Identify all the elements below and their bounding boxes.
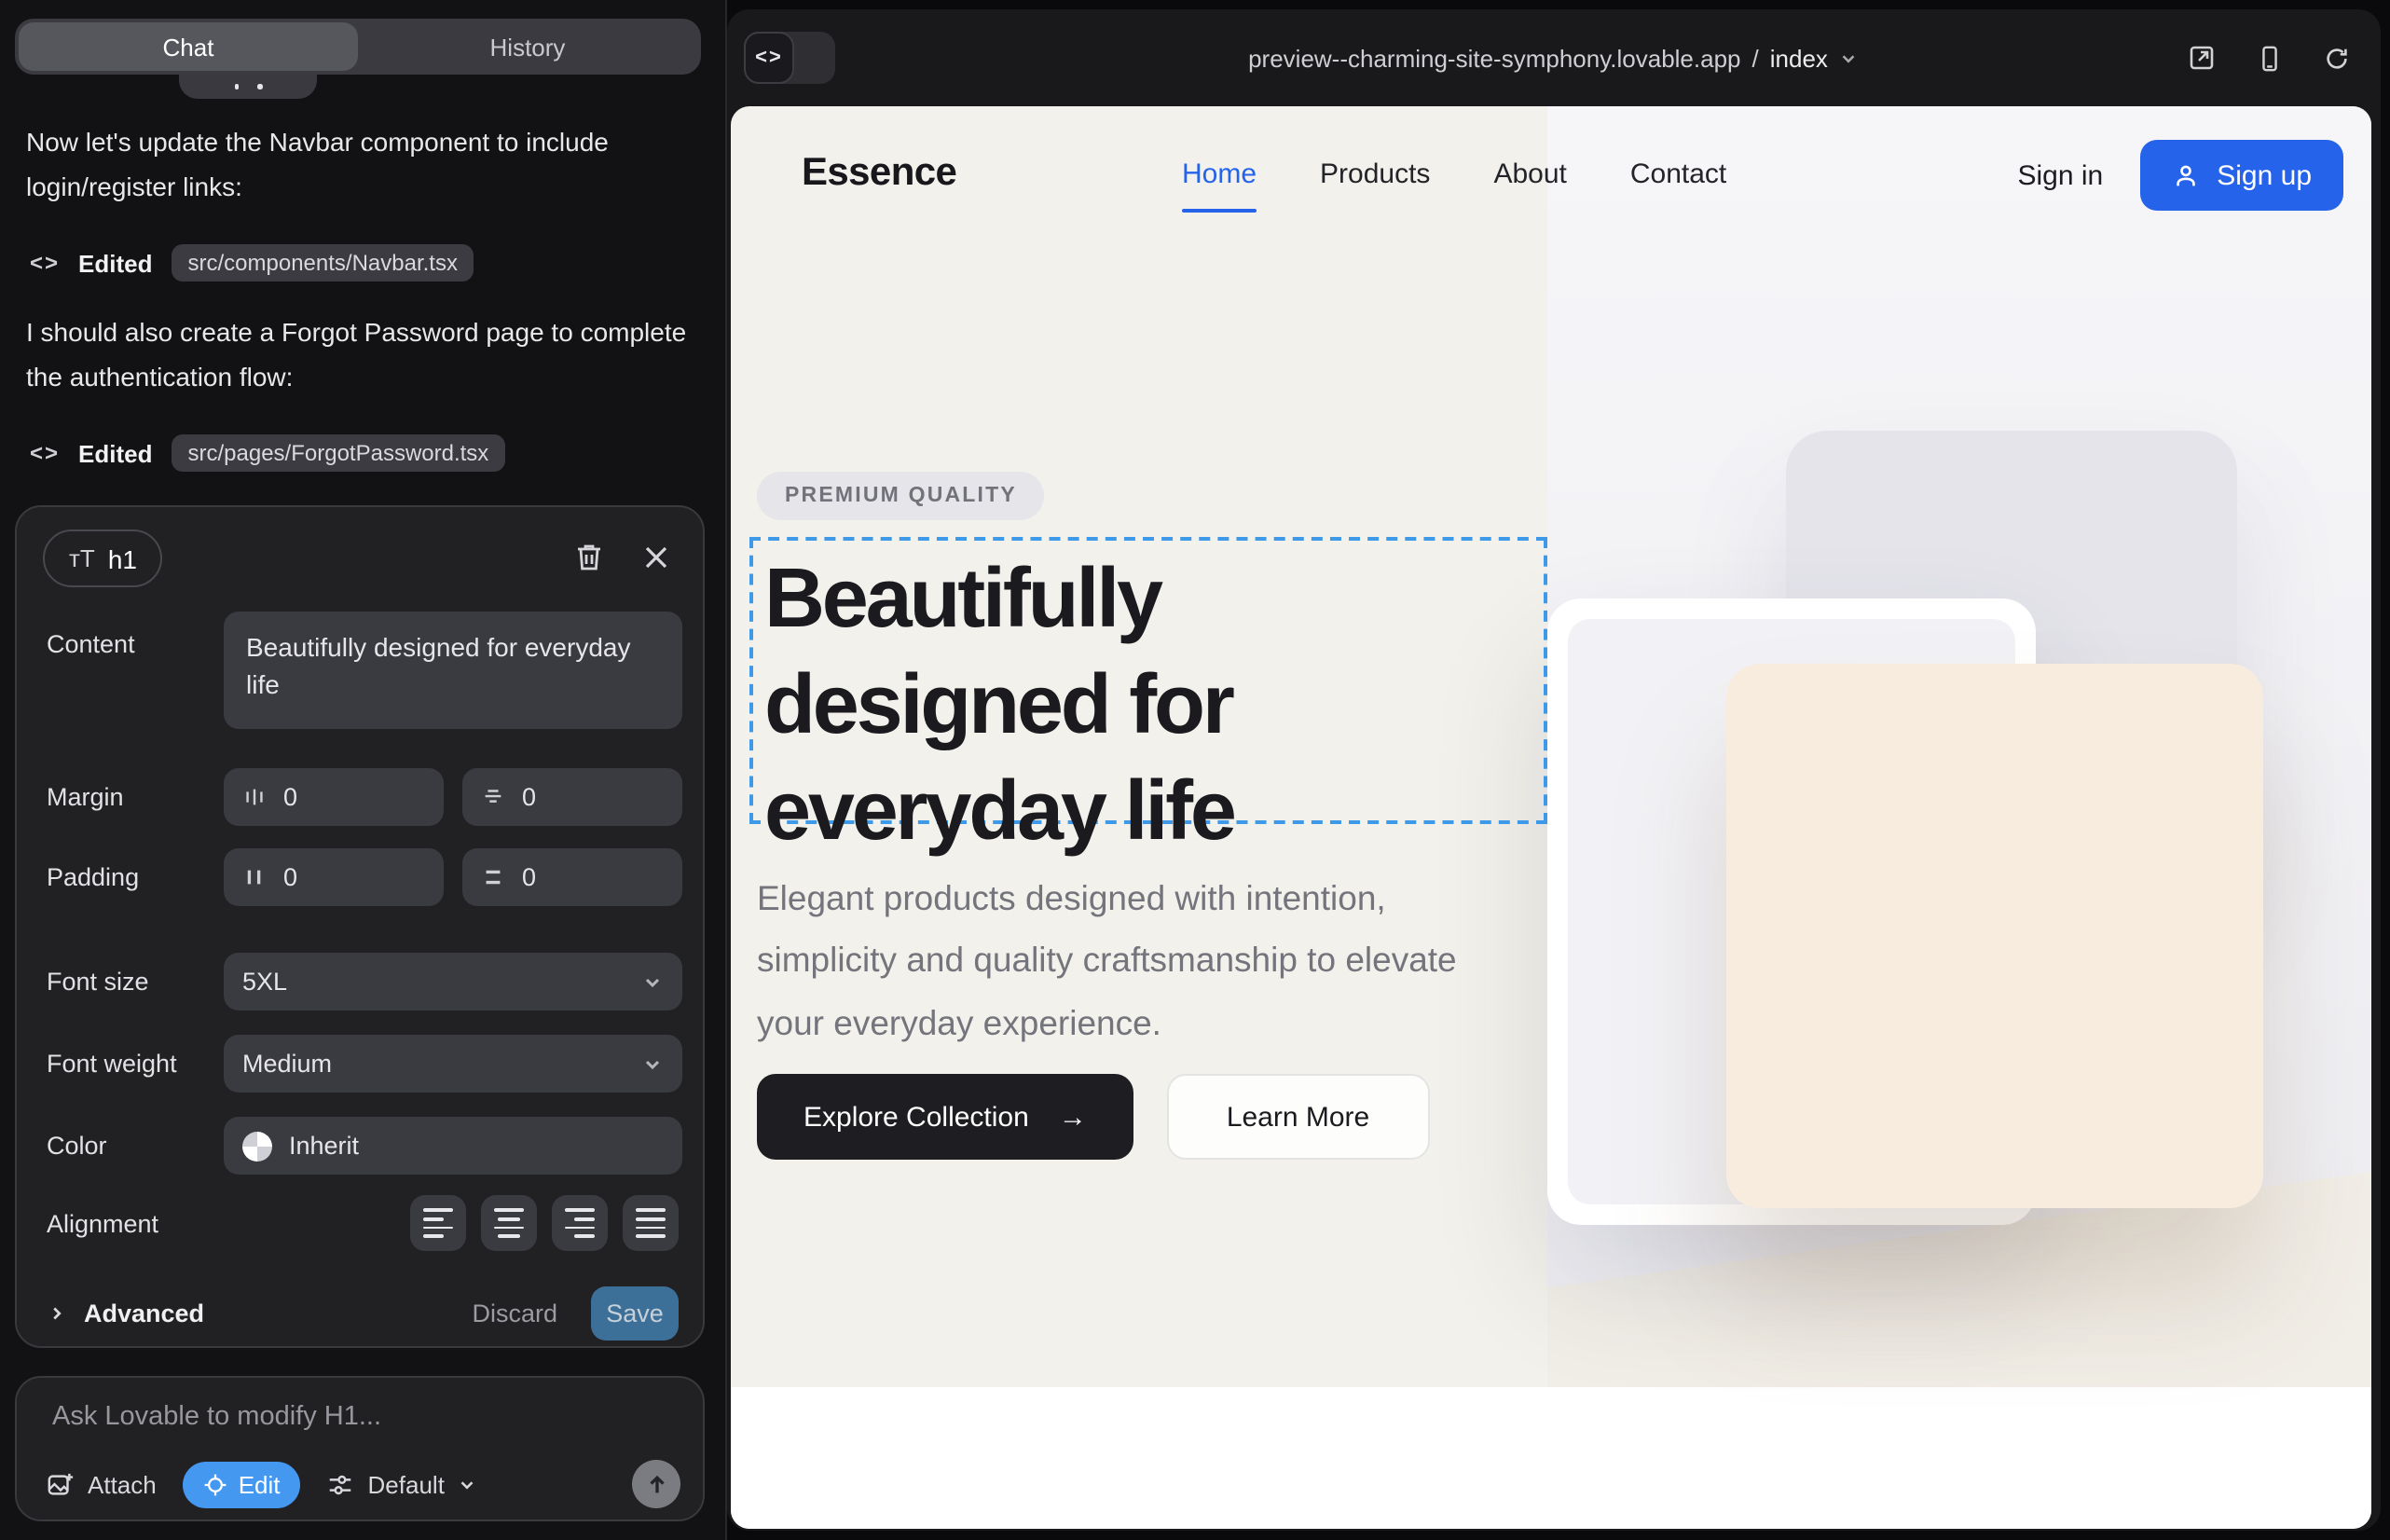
section-below-hero xyxy=(731,1387,2371,1529)
arrow-right-icon: → xyxy=(1059,1101,1087,1133)
margin-y-icon xyxy=(481,785,505,809)
open-in-new-tab-icon[interactable] xyxy=(2187,43,2217,73)
padding-y-icon xyxy=(481,865,505,889)
learn-more-button[interactable]: Learn More xyxy=(1167,1074,1429,1160)
send-button[interactable] xyxy=(632,1460,680,1508)
site-logo[interactable]: Essence xyxy=(802,151,956,196)
explore-collection-button[interactable]: Explore Collection → xyxy=(757,1074,1133,1160)
chat-composer: Ask Lovable to modify H1... Attach Edit … xyxy=(15,1376,705,1521)
save-button[interactable]: Save xyxy=(591,1286,679,1340)
font-weight-label: Font weight xyxy=(47,1050,177,1078)
margin-x-icon xyxy=(242,785,267,809)
url-separator: / xyxy=(1752,44,1759,72)
chevron-down-icon xyxy=(1839,48,1860,68)
chevron-right-icon[interactable] xyxy=(47,1302,67,1323)
code-icon: <> xyxy=(30,440,60,466)
padding-x-input[interactable]: 0 xyxy=(224,848,444,906)
typography-icon: тT xyxy=(69,544,95,572)
font-weight-select[interactable]: Medium xyxy=(224,1035,682,1093)
browser-chrome: <> preview--charming-site-symphony.lovab… xyxy=(727,9,2381,106)
element-tag-pill[interactable]: тT h1 xyxy=(43,529,163,587)
target-icon xyxy=(203,1472,227,1496)
file-badge[interactable]: src/pages/ForgotPassword.tsx xyxy=(172,434,506,472)
close-icon[interactable] xyxy=(639,541,673,574)
hero-paragraph: Elegant products designed with intention… xyxy=(757,867,1506,1053)
selection-outline[interactable]: Beautifully designed for everyday life xyxy=(749,537,1547,824)
advanced-row: Advanced Discard Save xyxy=(47,1285,679,1341)
edited-file-row[interactable]: <> Edited src/components/Navbar.tsx xyxy=(30,244,474,282)
mobile-view-icon[interactable] xyxy=(2256,44,2284,72)
edit-mode-button[interactable]: Edit xyxy=(183,1461,301,1507)
lovable-sidebar: Chat History Now let's update the Navbar… xyxy=(0,0,727,1540)
margin-x-input[interactable]: 0 xyxy=(224,768,444,826)
default-mode-button[interactable]: Default xyxy=(327,1470,478,1498)
attach-image-icon xyxy=(47,1470,75,1498)
padding-x-icon xyxy=(242,865,267,889)
sliders-icon xyxy=(327,1470,355,1498)
align-justify-button[interactable] xyxy=(623,1195,679,1251)
align-right-button[interactable] xyxy=(552,1195,608,1251)
app-root: Chat History Now let's update the Navbar… xyxy=(0,0,2390,1540)
color-select[interactable]: Inherit xyxy=(224,1117,682,1175)
auth-actions: Sign in Sign up xyxy=(2018,140,2344,211)
alignment-group xyxy=(410,1195,679,1251)
route-name: index xyxy=(1770,44,1828,72)
content-label: Content xyxy=(47,630,135,658)
discard-button[interactable]: Discard xyxy=(472,1299,557,1327)
attach-button[interactable]: Attach xyxy=(47,1470,157,1498)
tab-chat[interactable]: Chat xyxy=(19,22,358,71)
font-size-select[interactable]: 5XL xyxy=(224,953,682,1011)
element-inspector-panel: тT h1 Content Beautifully designed for e… xyxy=(15,505,705,1348)
arrow-up-icon xyxy=(644,1472,668,1496)
nav-link-contact[interactable]: Contact xyxy=(1630,158,1726,190)
chevron-down-icon xyxy=(641,970,664,993)
edited-label: Edited xyxy=(78,249,152,277)
chevron-down-icon xyxy=(641,1052,664,1075)
element-tag: h1 xyxy=(108,543,137,573)
preview-browser-window: <> preview--charming-site-symphony.lovab… xyxy=(727,9,2381,1531)
chevron-down-icon xyxy=(458,1474,478,1494)
url-bar[interactable]: preview--charming-site-symphony.lovable.… xyxy=(727,9,2381,106)
content-textarea[interactable]: Beautifully designed for everyday life xyxy=(224,612,682,729)
sign-in-link[interactable]: Sign in xyxy=(2018,159,2104,191)
delete-element-icon[interactable] xyxy=(572,541,606,574)
font-size-label: Font size xyxy=(47,968,149,996)
align-center-button[interactable] xyxy=(481,1195,537,1251)
hero-cta-row: Explore Collection → Learn More xyxy=(757,1074,1429,1160)
user-icon xyxy=(2172,161,2200,189)
padding-y-input[interactable]: 0 xyxy=(462,848,682,906)
edited-label: Edited xyxy=(78,439,152,467)
nav-link-about[interactable]: About xyxy=(1493,158,1566,190)
align-left-button[interactable] xyxy=(410,1195,466,1251)
premium-quality-badge: PREMIUM QUALITY xyxy=(757,472,1045,520)
chat-history-tabbar: Chat History xyxy=(15,19,701,75)
margin-y-input[interactable]: 0 xyxy=(462,768,682,826)
padding-label: Padding xyxy=(47,863,139,891)
composer-controls: Attach Edit Default xyxy=(47,1460,680,1508)
composer-input[interactable]: Ask Lovable to modify H1... xyxy=(52,1402,381,1432)
file-badge[interactable]: src/components/Navbar.tsx xyxy=(172,244,474,282)
chat-message: I should also create a Forgot Password p… xyxy=(26,309,701,399)
edited-file-row[interactable]: <> Edited src/pages/ForgotPassword.tsx xyxy=(30,434,505,472)
color-label: Color xyxy=(47,1132,107,1160)
advanced-toggle[interactable]: Advanced xyxy=(84,1299,204,1327)
hero-heading[interactable]: Beautifully designed for everyday life xyxy=(764,544,1510,864)
margin-label: Margin xyxy=(47,783,124,811)
preview-page: Essence Home Products About Contact Sign… xyxy=(731,106,2371,1529)
nav-link-home[interactable]: Home xyxy=(1182,158,1257,190)
tab-history[interactable]: History xyxy=(358,22,697,71)
alignment-label: Alignment xyxy=(47,1210,158,1238)
color-swatch xyxy=(242,1131,272,1161)
scrolled-chip-fragment xyxy=(179,75,317,99)
nav-link-products[interactable]: Products xyxy=(1320,158,1430,190)
code-icon: <> xyxy=(30,250,60,276)
chat-message: Now let's update the Navbar component to… xyxy=(26,119,701,209)
refresh-icon[interactable] xyxy=(2323,44,2351,72)
decorative-card-beige xyxy=(1726,664,2263,1208)
nav-links: Home Products About Contact xyxy=(1182,158,1726,190)
preview-url: preview--charming-site-symphony.lovable.… xyxy=(1248,44,1740,72)
sign-up-button[interactable]: Sign up xyxy=(2140,140,2343,211)
chrome-actions xyxy=(2187,9,2351,106)
site-navbar: Essence Home Products About Contact Sign… xyxy=(731,106,2371,244)
